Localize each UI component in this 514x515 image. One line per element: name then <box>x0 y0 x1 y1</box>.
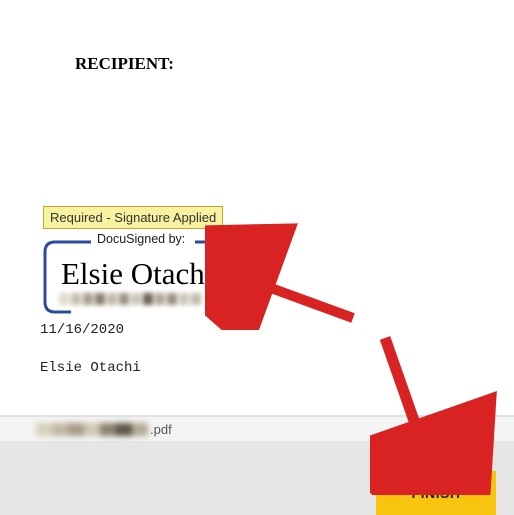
signature-hash-redacted <box>59 293 201 305</box>
signature-field[interactable]: DocuSigned by: Elsie Otachi <box>43 234 217 314</box>
file-extension: .pdf <box>150 422 172 437</box>
finish-button[interactable]: FINISH <box>376 471 496 515</box>
document-area: RECIPIENT: Required - Signature Applied … <box>0 0 514 415</box>
status-badge: Required - Signature Applied <box>43 206 223 229</box>
footer-bar: .pdf FINISH <box>0 415 514 515</box>
printed-name: Elsie Otachi <box>40 360 141 376</box>
signature-script: Elsie Otachi <box>61 256 213 292</box>
signature-date: 11/16/2020 <box>40 322 124 338</box>
signature-box-label: DocuSigned by: <box>95 232 187 246</box>
recipient-label: RECIPIENT: <box>75 54 174 74</box>
file-row: .pdf <box>0 415 514 441</box>
filename-redacted <box>36 423 148 436</box>
